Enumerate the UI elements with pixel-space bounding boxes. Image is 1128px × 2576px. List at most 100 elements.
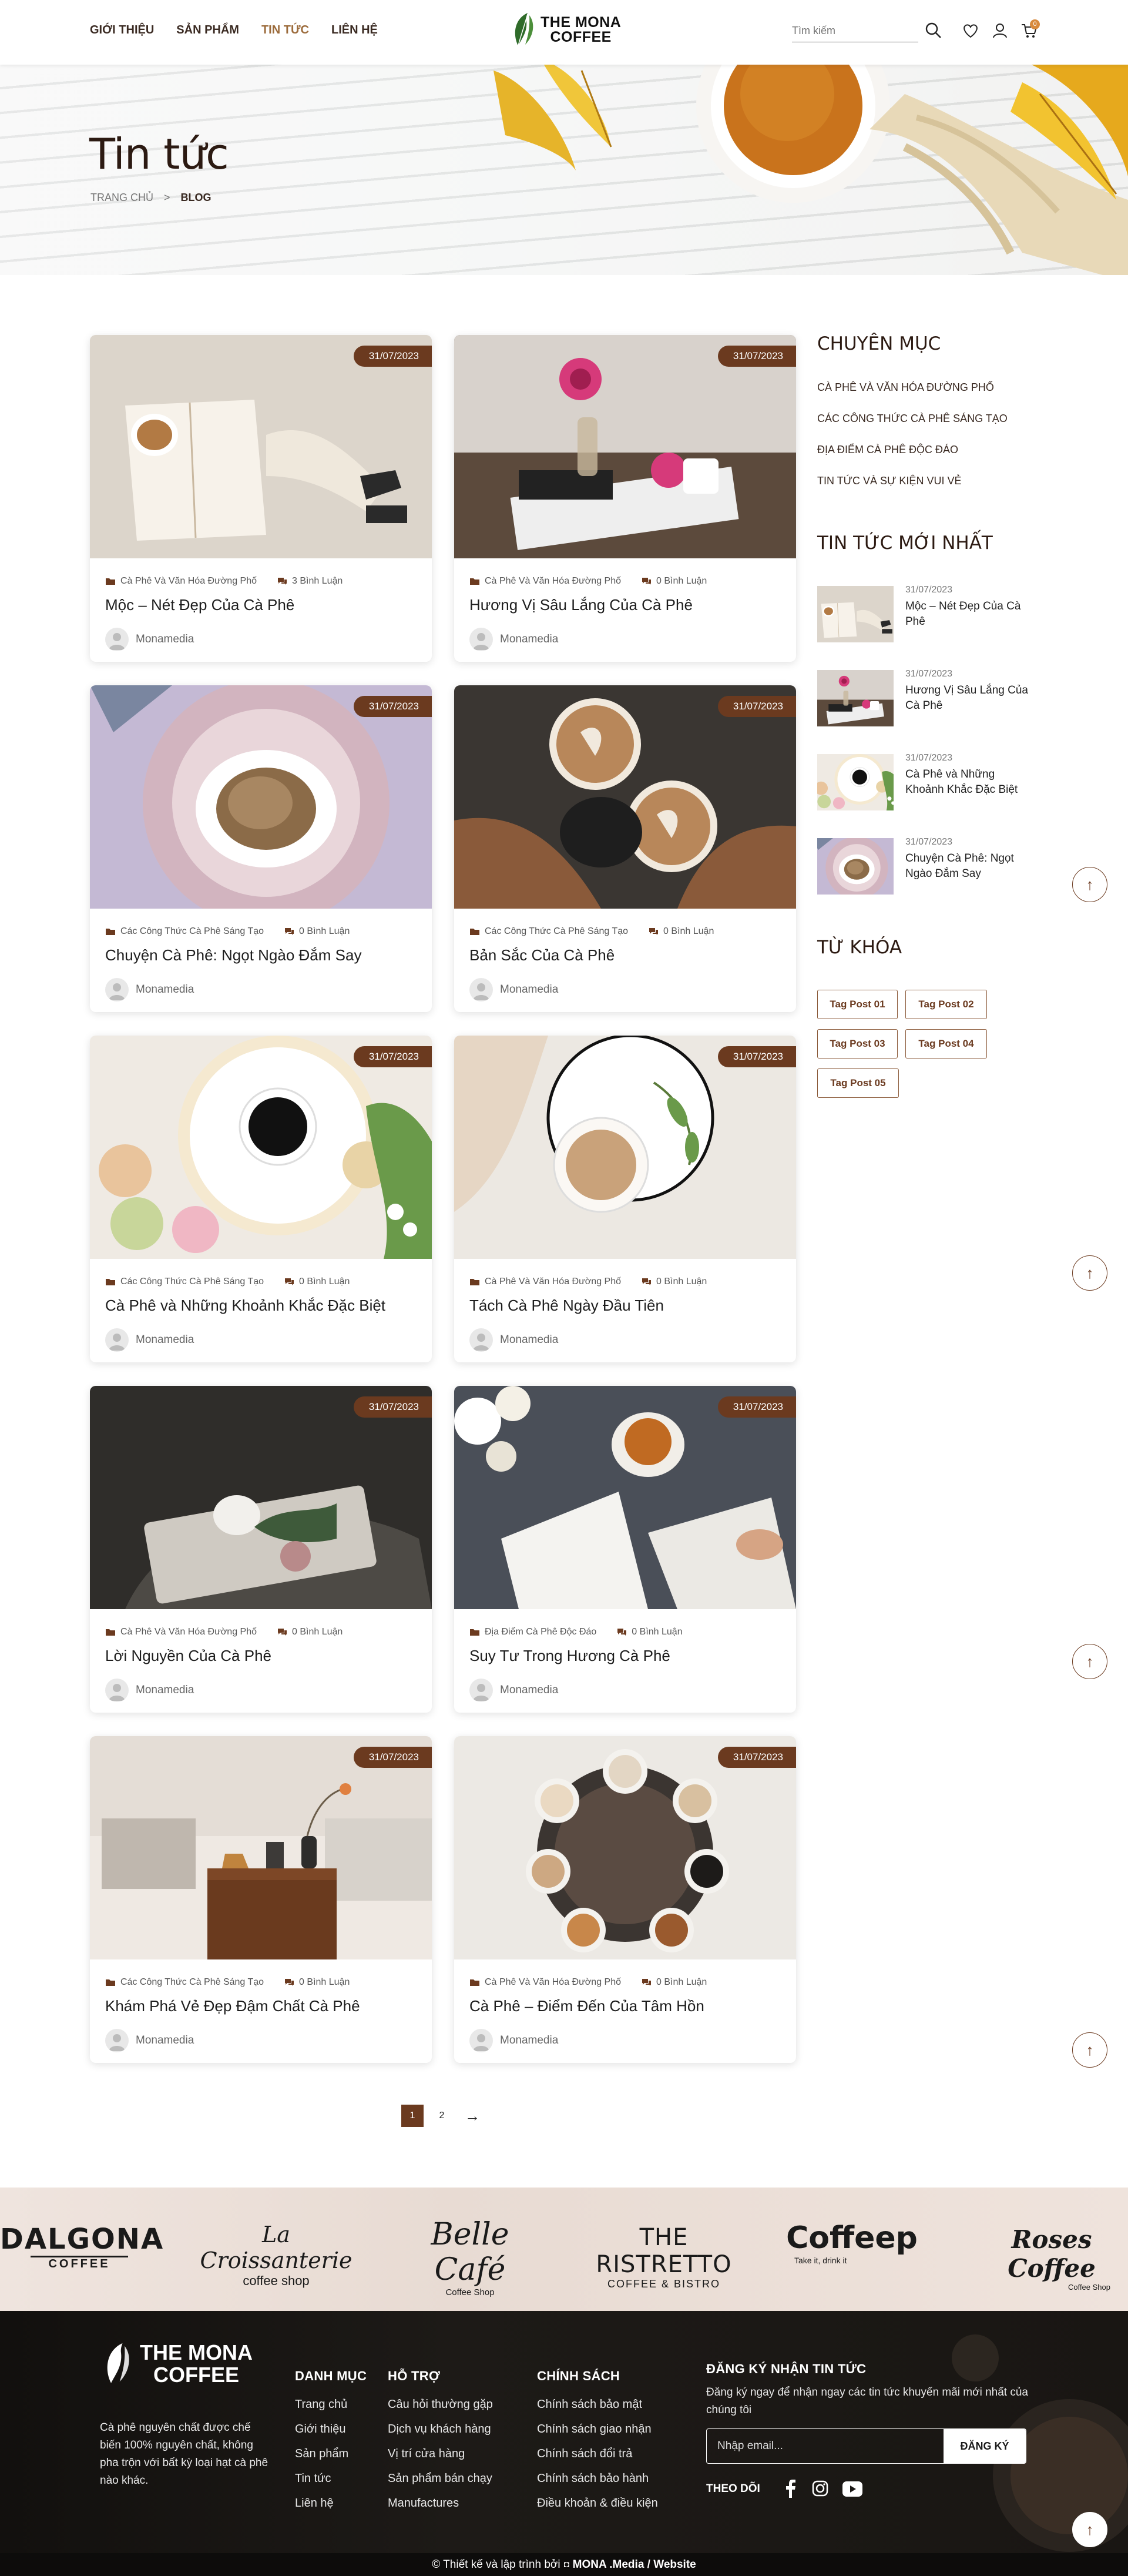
footer-link-terms[interactable]: Điều khoản & điều kiện [537, 2497, 658, 2510]
footer-link-warranty[interactable]: Chính sách bảo hành [537, 2472, 649, 2485]
recent-post-item[interactable]: 31/07/2023 Hương Vị Sâu Lắng Của Cà Phê [817, 669, 1064, 728]
post-category[interactable]: Cà Phê Và Văn Hóa Đường Phố [120, 576, 257, 587]
post-category[interactable]: Các Công Thức Cà Phê Sáng Tạo [485, 926, 628, 937]
post-title[interactable]: Hương Vị Sâu Lắng Của Cà Phê [469, 596, 693, 614]
tag-post-01[interactable]: Tag Post 01 [817, 990, 898, 1019]
post-card[interactable]: 31/07/2023 Các Công Thức Cà Phê Sáng Tạo… [90, 1036, 432, 1362]
breadcrumb-home[interactable]: TRANG CHỦ [90, 192, 153, 204]
post-category[interactable]: Cà Phê Và Văn Hóa Đường Phố [485, 1277, 621, 1287]
post-card[interactable]: 31/07/2023 Các Công Thức Cà Phê Sáng Tạo… [454, 685, 796, 1012]
footer-link-news[interactable]: Tin tức [295, 2472, 331, 2485]
youtube-icon[interactable] [842, 2481, 862, 2497]
tag-post-04[interactable]: Tag Post 04 [905, 1029, 987, 1058]
footer-link-delivery[interactable]: Chính sách giao nhận [537, 2423, 652, 2436]
category-link-street-culture[interactable]: CÀ PHÊ VÀ VĂN HÓA ĐƯỜNG PHỐ [817, 381, 994, 394]
recent-post-title[interactable]: Chuyện Cà Phê: Ngọt Ngào Đắm Say [905, 851, 1035, 882]
back-to-top-button[interactable]: ↑ [1072, 867, 1107, 902]
subscribe-button[interactable]: ĐĂNG KÝ [944, 2429, 1026, 2463]
nav-contact[interactable]: LIÊN HỆ [331, 24, 378, 37]
post-thumbnail[interactable] [90, 685, 432, 909]
post-category[interactable]: Các Công Thức Cà Phê Sáng Tạo [120, 1977, 264, 1988]
post-thumbnail[interactable] [454, 685, 796, 909]
footer-link-manufactures[interactable]: Manufactures [388, 2497, 459, 2510]
footer-link-privacy[interactable]: Chính sách bảo mật [537, 2398, 642, 2411]
footer-link-home[interactable]: Trang chủ [295, 2398, 347, 2411]
post-title[interactable]: Suy Tư Trong Hương Cà Phê [469, 1647, 670, 1665]
post-thumbnail[interactable] [454, 335, 796, 558]
post-card[interactable]: 31/07/2023 Cà Phê Và Văn Hóa Đường Phố 3… [90, 335, 432, 662]
page-1-button[interactable]: 1 [401, 2105, 424, 2127]
post-title[interactable]: Bản Sắc Của Cà Phê [469, 946, 615, 964]
post-category[interactable]: Cà Phê Và Văn Hóa Đường Phố [120, 1627, 257, 1637]
site-logo[interactable]: THE MONA COFFEE [510, 11, 621, 49]
post-thumbnail[interactable] [90, 1736, 432, 1959]
nav-about[interactable]: GIỚI THIỆU [90, 24, 154, 37]
post-card[interactable]: 31/07/2023 Cà Phê Và Văn Hóa Đường Phố 0… [454, 1736, 796, 2063]
post-card[interactable]: 31/07/2023 Các Công Thức Cà Phê Sáng Tạo… [90, 685, 432, 1012]
nav-products[interactable]: SẢN PHẨM [176, 24, 239, 37]
post-thumbnail[interactable] [90, 335, 432, 558]
footer-link-best-sellers[interactable]: Sản phẩm bán chạy [388, 2472, 492, 2485]
recent-post-title[interactable]: Cà Phê và Những Khoảnh Khắc Đặc Biệt [905, 767, 1035, 798]
post-category[interactable]: Các Công Thức Cà Phê Sáng Tạo [120, 926, 264, 937]
nav-news[interactable]: TIN TỨC [261, 24, 309, 37]
recent-post-thumbnail[interactable] [817, 586, 894, 642]
post-card[interactable]: 31/07/2023 Cà Phê Và Văn Hóa Đường Phố 0… [454, 1036, 796, 1362]
post-thumbnail[interactable] [90, 1036, 432, 1259]
tag-post-02[interactable]: Tag Post 02 [905, 990, 987, 1019]
footer-link-customer-service[interactable]: Dịch vụ khách hàng [388, 2423, 491, 2436]
user-icon[interactable] [991, 21, 1009, 40]
recent-post-item[interactable]: 31/07/2023 Chuyện Cà Phê: Ngọt Ngào Đắm S… [817, 837, 1064, 896]
post-title[interactable]: Tách Cà Phê Ngày Đầu Tiên [469, 1297, 664, 1315]
recent-post-thumbnail[interactable] [817, 754, 894, 810]
back-to-top-button[interactable]: ↑ [1072, 2512, 1107, 2547]
post-card[interactable]: 31/07/2023 Cà Phê Và Văn Hóa Đường Phố 0… [454, 335, 796, 662]
post-card[interactable]: 31/07/2023 Cà Phê Và Văn Hóa Đường Phố 0… [90, 1386, 432, 1713]
post-title[interactable]: Mộc – Nét Đẹp Của Cà Phê [105, 596, 294, 614]
footer-link-faq[interactable]: Câu hỏi thường gặp [388, 2398, 493, 2411]
heart-icon[interactable] [961, 21, 980, 40]
post-thumbnail[interactable] [454, 1736, 796, 1959]
facebook-icon[interactable] [784, 2479, 798, 2498]
back-to-top-button[interactable]: ↑ [1072, 1644, 1107, 1679]
post-category[interactable]: Cà Phê Và Văn Hóa Đường Phố [485, 1977, 621, 1988]
mona-media-link[interactable]: MONA .Media / Website [573, 2558, 696, 2571]
page-2-button[interactable]: 2 [431, 2105, 453, 2127]
post-category[interactable]: Các Công Thức Cà Phê Sáng Tạo [120, 1277, 264, 1287]
footer-logo[interactable]: THE MONA COFFEE [100, 2340, 253, 2387]
recent-post-title[interactable]: Mộc – Nét Đẹp Của Cà Phê [905, 599, 1035, 629]
recent-post-item[interactable]: 31/07/2023 Mộc – Nét Đẹp Của Cà Phê [817, 585, 1064, 644]
post-category[interactable]: Cà Phê Và Văn Hóa Đường Phố [485, 576, 621, 587]
footer-link-about[interactable]: Giới thiệu [295, 2423, 345, 2436]
recent-post-thumbnail[interactable] [817, 670, 894, 726]
post-title[interactable]: Khám Phá Vẻ Đẹp Đậm Chất Cà Phê [105, 1997, 360, 2015]
search-input[interactable] [792, 20, 918, 42]
category-link-events[interactable]: TIN TỨC VÀ SỰ KIỆN VUI VẺ [817, 475, 961, 487]
instagram-icon[interactable] [812, 2480, 828, 2497]
footer-link-products[interactable]: Sản phẩm [295, 2447, 348, 2461]
post-thumbnail[interactable] [454, 1036, 796, 1259]
post-title[interactable]: Lời Nguyền Của Cà Phê [105, 1647, 271, 1665]
recent-post-item[interactable]: 31/07/2023 Cà Phê và Những Khoảnh Khắc Đặ… [817, 753, 1064, 812]
post-card[interactable]: 31/07/2023 Các Công Thức Cà Phê Sáng Tạo… [90, 1736, 432, 2063]
recent-post-thumbnail[interactable] [817, 838, 894, 895]
post-thumbnail[interactable] [90, 1386, 432, 1609]
post-title[interactable]: Cà Phê và Những Khoảnh Khắc Đặc Biệt [105, 1297, 385, 1315]
footer-link-store-location[interactable]: Vị trí cửa hàng [388, 2447, 465, 2461]
next-page-button[interactable]: → [461, 2105, 484, 2127]
post-card[interactable]: 31/07/2023 Địa Điểm Cà Phê Độc Đáo 0 Bìn… [454, 1386, 796, 1713]
newsletter-email-input[interactable] [707, 2429, 944, 2463]
category-link-places[interactable]: ĐỊA ĐIỂM CÀ PHÊ ĐỘC ĐÁO [817, 444, 958, 456]
back-to-top-button[interactable]: ↑ [1072, 1255, 1107, 1291]
tag-post-03[interactable]: Tag Post 03 [817, 1029, 898, 1058]
post-title[interactable]: Chuyện Cà Phê: Ngọt Ngào Đắm Say [105, 946, 361, 964]
tag-post-05[interactable]: Tag Post 05 [817, 1068, 899, 1098]
footer-link-returns[interactable]: Chính sách đổi trả [537, 2447, 632, 2461]
back-to-top-button[interactable]: ↑ [1072, 2032, 1107, 2068]
search-icon[interactable] [924, 21, 943, 40]
post-category[interactable]: Địa Điểm Cà Phê Độc Đáo [485, 1627, 596, 1637]
category-link-recipes[interactable]: CÁC CÔNG THỨC CÀ PHÊ SÁNG TẠO [817, 413, 1008, 425]
post-title[interactable]: Cà Phê – Điểm Đến Của Tâm Hồn [469, 1997, 704, 2015]
footer-link-contact[interactable]: Liên hệ [295, 2497, 334, 2510]
post-thumbnail[interactable] [454, 1386, 796, 1609]
